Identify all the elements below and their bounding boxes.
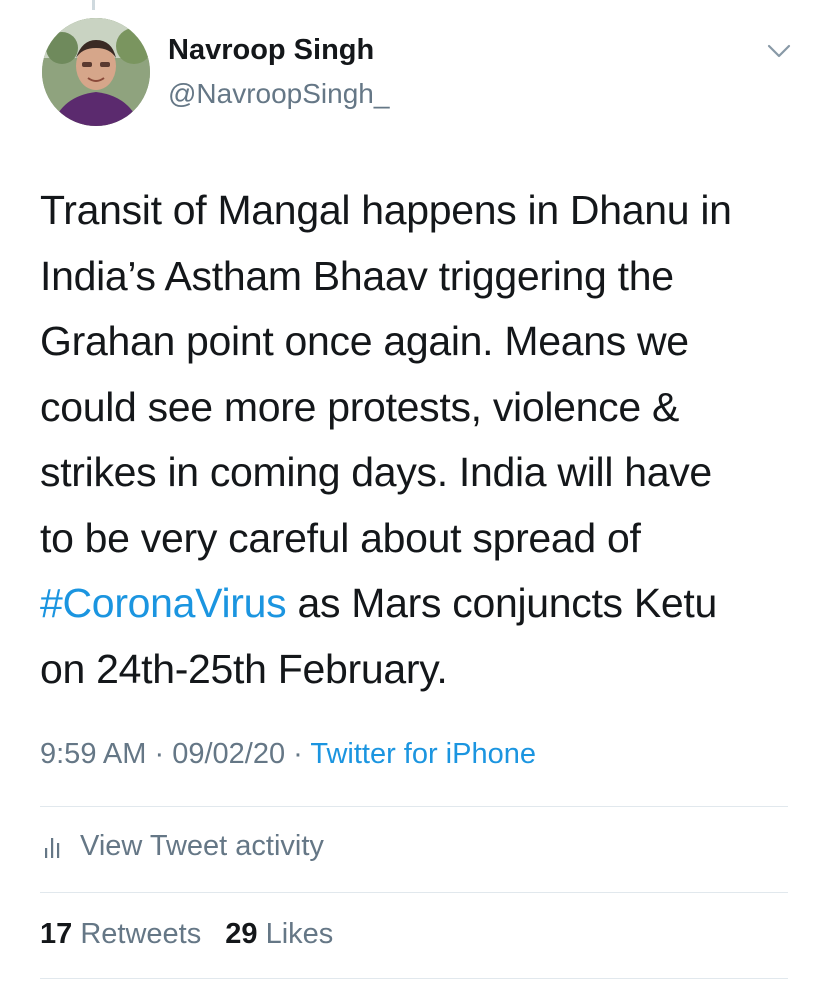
divider [40, 978, 788, 979]
bar-chart-icon [40, 832, 66, 862]
tweet-meta: 9:59 AM · 09/02/20 · Twitter for iPhone [40, 738, 536, 771]
meta-separator: · [285, 738, 311, 770]
author-handle[interactable]: @NavroopSingh_ [168, 78, 389, 110]
meta-separator: · [146, 738, 173, 770]
author-name[interactable]: Navroop Singh [168, 34, 374, 67]
retweets-stat[interactable]: 17 Retweets [40, 918, 201, 950]
thread-connector-line [92, 0, 95, 10]
tweet-line: India’s Astham Bhaav triggering the [40, 252, 674, 299]
view-tweet-activity-button[interactable]: View Tweet activity [40, 830, 324, 863]
tweet-time: 9:59 AM [40, 738, 147, 770]
likes-label: Likes [265, 918, 334, 950]
chevron-down-icon[interactable] [764, 36, 794, 66]
tweet-line: Grahan point once again. Means we [40, 318, 689, 364]
tweet-stats: 17 Retweets 29 Likes [40, 918, 349, 951]
likes-stat[interactable]: 29 Likes [225, 918, 333, 950]
tweet-line: could see more protests, violence & [40, 383, 679, 430]
likes-count: 29 [225, 918, 258, 950]
retweets-label: Retweets [80, 918, 202, 950]
divider [40, 806, 788, 807]
activity-label: View Tweet activity [80, 830, 324, 862]
tweet-source-link[interactable]: Twitter for iPhone [310, 738, 536, 770]
divider [40, 892, 788, 893]
retweets-count: 17 [40, 918, 73, 950]
tweet-date: 09/02/20 [172, 738, 286, 770]
tweet-line: Transit of Mangal happens in Dhanu in [40, 187, 732, 233]
tweet-line: #CoronaVirus as Mars conjuncts Ketu [40, 580, 717, 626]
avatar[interactable] [42, 18, 150, 126]
tweet-line: to be very careful about spread of [40, 514, 641, 561]
tweet-text: Transit of Mangal happens in Dhanu in In… [40, 178, 810, 702]
tweet-line: on 24th-25th February. [40, 645, 448, 692]
hashtag-link[interactable]: #CoronaVirus [40, 580, 287, 626]
tweet-line: strikes in coming days. India will have [40, 449, 712, 495]
